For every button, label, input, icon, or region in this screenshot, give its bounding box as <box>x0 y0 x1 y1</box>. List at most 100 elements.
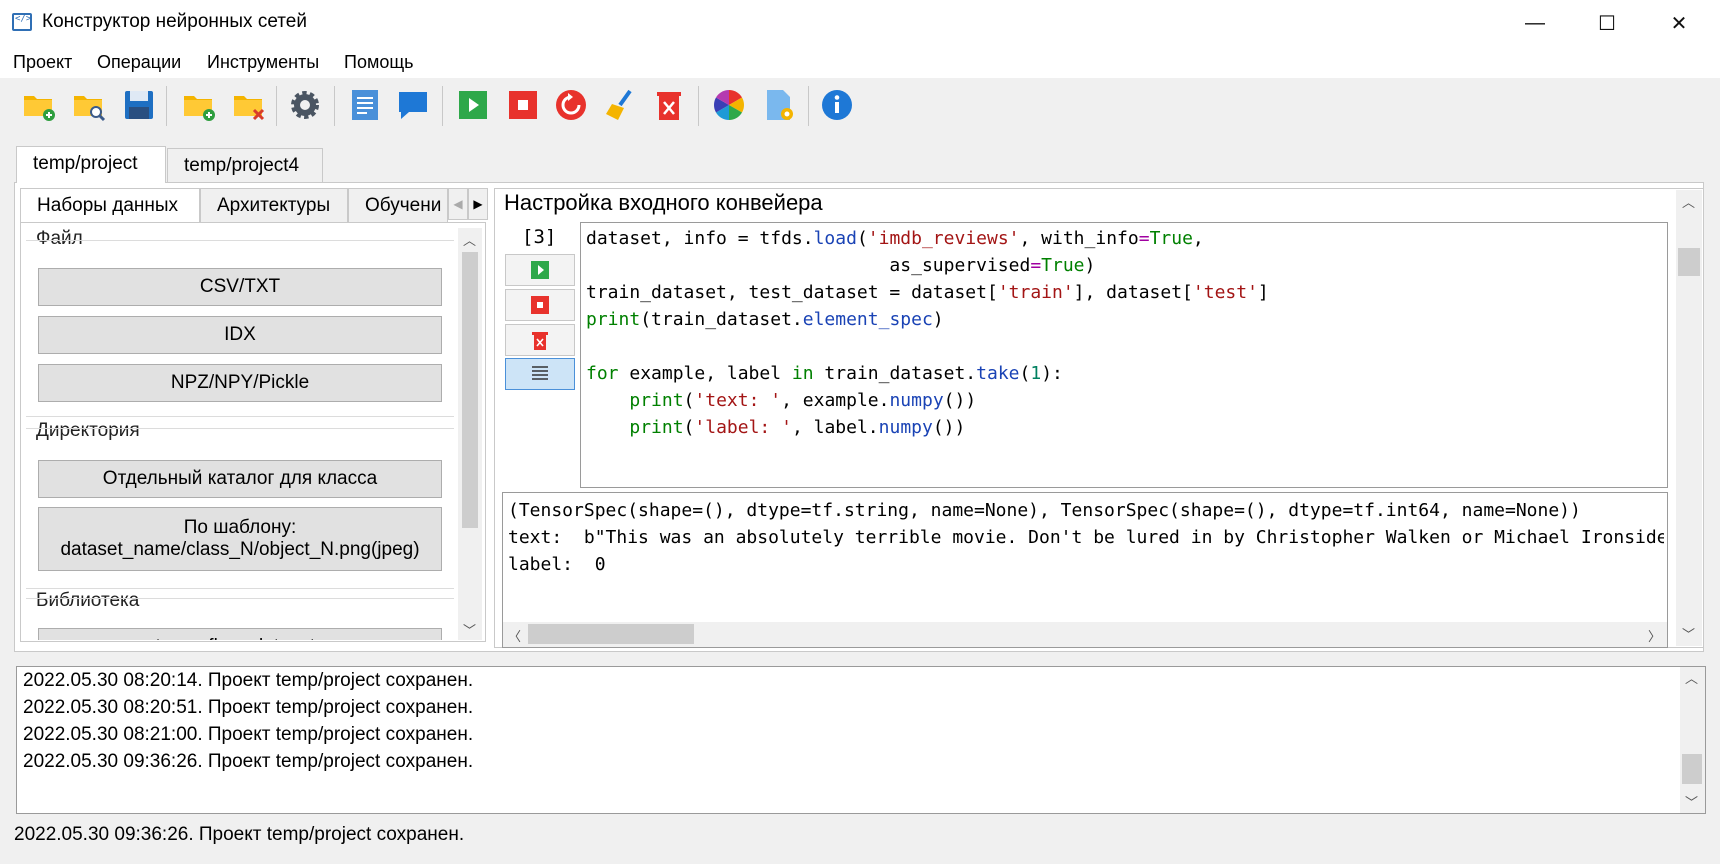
cell-stop-button[interactable] <box>505 289 575 321</box>
settings-icon[interactable] <box>288 88 322 122</box>
library-button-clip: tensorflow_datasets <box>38 628 442 640</box>
code-token: print <box>586 309 641 330</box>
group-divider <box>26 240 454 241</box>
log-line: 2022.05.30 08:20:14. Проект temp/project… <box>23 670 474 691</box>
group-divider <box>26 416 454 417</box>
chevron-up-icon[interactable]: ︿ <box>1685 668 1698 687</box>
document-icon[interactable] <box>348 88 382 122</box>
log-scrollbar-thumb[interactable] <box>1682 754 1702 784</box>
toolbar-separator <box>166 86 167 126</box>
code-token: ): <box>1041 363 1063 384</box>
clear-icon[interactable] <box>604 88 638 122</box>
window-title: Конструктор нейронных сетей <box>42 11 307 32</box>
code-token: ( <box>1019 363 1031 384</box>
code-token: for <box>586 363 619 384</box>
group-divider <box>26 428 454 429</box>
code-token: 1 <box>1030 363 1042 384</box>
group-divider <box>26 598 454 599</box>
chevron-up-icon[interactable]: ︿ <box>463 230 476 249</box>
cell-run-button[interactable] <box>505 254 575 286</box>
code-token: , label. <box>791 417 879 438</box>
code-token: dataset, info = tfds. <box>586 228 814 249</box>
delete-icon[interactable] <box>652 88 686 122</box>
toolbar-separator <box>808 86 809 126</box>
code-line: print('label: ', label.numpy()) <box>586 417 965 444</box>
code-token: , with_info <box>1019 228 1139 249</box>
pipeline-scrollbar-thumb[interactable] <box>1678 248 1700 276</box>
tab-scroll-right-button[interactable]: ▶ <box>468 188 488 220</box>
restart-icon[interactable] <box>554 88 588 122</box>
run-icon[interactable] <box>456 88 490 122</box>
tab-datasets[interactable]: Наборы данных <box>20 188 200 222</box>
code-token: ], dataset[ <box>1073 282 1193 303</box>
output-line: (TensorSpec(shape=(), dtype=tf.string, n… <box>508 500 1581 521</box>
close-button[interactable]: ✕ <box>1644 0 1714 46</box>
code-token: train_dataset. <box>813 363 977 384</box>
csv-txt-button[interactable]: CSV/TXT <box>38 268 442 306</box>
cell-delete-button[interactable] <box>505 324 575 356</box>
tab-temp-project[interactable]: temp/project <box>16 146 166 183</box>
output-line: text: b"This was an absolutely terrible … <box>508 527 1664 548</box>
toolbar-separator <box>276 86 277 126</box>
new-project-icon[interactable] <box>22 88 56 122</box>
cell-output-toggle-button[interactable] <box>505 358 575 390</box>
list-icon <box>532 366 548 380</box>
idx-button[interactable]: IDX <box>38 316 442 354</box>
chevron-left-icon[interactable]: 〈 <box>508 626 521 645</box>
group-label-file: Файл <box>36 228 83 249</box>
menu-operations[interactable]: Операции <box>97 52 181 73</box>
group-label-library: Библиотека <box>36 590 140 611</box>
code-line: train_dataset, test_dataset = dataset['t… <box>586 282 1269 309</box>
minimize-icon: — <box>1525 11 1545 34</box>
file-settings-icon[interactable] <box>762 88 796 122</box>
code-token: print <box>629 390 684 411</box>
output-horizontal-scrollbar-thumb[interactable] <box>528 624 694 644</box>
code-token: True <box>1041 255 1085 276</box>
tab-temp-project4[interactable]: temp/project4 <box>167 148 323 182</box>
npz-npy-pickle-button[interactable]: NPZ/NPY/Pickle <box>38 364 442 402</box>
delete-icon <box>532 332 548 350</box>
app-code-icon <box>12 13 32 31</box>
chevron-down-icon[interactable]: ﹀ <box>463 620 476 639</box>
class-folder-button[interactable]: Отдельный каталог для класса <box>38 460 442 498</box>
menu-project[interactable]: Проект <box>13 52 72 73</box>
add-folder-icon[interactable] <box>182 88 216 122</box>
log-line: 2022.05.30 09:36:26. Проект temp/project… <box>23 751 474 772</box>
code-token: take <box>976 363 1020 384</box>
chevron-down-icon[interactable]: ﹀ <box>1682 624 1695 643</box>
code-token: ) <box>1084 255 1096 276</box>
code-line: print('text: ', example.numpy()) <box>586 390 976 417</box>
code-token: (train_dataset. <box>640 309 803 330</box>
remove-folder-icon[interactable] <box>232 88 266 122</box>
open-project-icon[interactable] <box>72 88 106 122</box>
color-wheel-icon[interactable] <box>712 88 746 122</box>
group-label-directory: Директория <box>36 420 140 441</box>
button-label: dataset_name/class_N/object_N.png(jpeg) <box>60 539 420 560</box>
maximize-icon: ☐ <box>1598 12 1616 35</box>
tab-label: Наборы данных <box>37 195 179 216</box>
tab-scroll-left-button[interactable]: ◀ <box>448 188 468 220</box>
group-divider <box>26 588 454 589</box>
menu-tools[interactable]: Инструменты <box>207 52 319 73</box>
stop-icon[interactable] <box>506 88 540 122</box>
save-icon[interactable] <box>122 88 156 122</box>
minimize-button[interactable]: — <box>1500 0 1570 46</box>
tab-architectures[interactable]: Архитектуры <box>200 188 348 222</box>
section-title: Настройка входного конвейера <box>504 190 823 215</box>
code-token: 'train' <box>997 282 1074 303</box>
chevron-down-icon[interactable]: ﹀ <box>1685 792 1698 811</box>
datasets-scrollbar-thumb[interactable] <box>462 252 478 528</box>
chevron-right-icon[interactable]: 〉 <box>1648 626 1661 645</box>
info-icon[interactable] <box>820 88 854 122</box>
template-path-button[interactable]: По шаблону: dataset_name/class_N/object_… <box>38 507 442 571</box>
code-token: True <box>1149 228 1193 249</box>
button-label: IDX <box>224 324 256 345</box>
tab-label: Обучени <box>365 195 442 216</box>
chevron-up-icon[interactable]: ︿ <box>1682 192 1695 211</box>
menu-help[interactable]: Помощь <box>344 52 414 73</box>
comment-icon[interactable] <box>396 88 430 122</box>
maximize-button[interactable]: ☐ <box>1572 0 1642 46</box>
tfds-button[interactable]: tensorflow_datasets <box>38 628 442 640</box>
tab-training[interactable]: Обучени <box>348 188 448 222</box>
code-token: load <box>813 228 857 249</box>
